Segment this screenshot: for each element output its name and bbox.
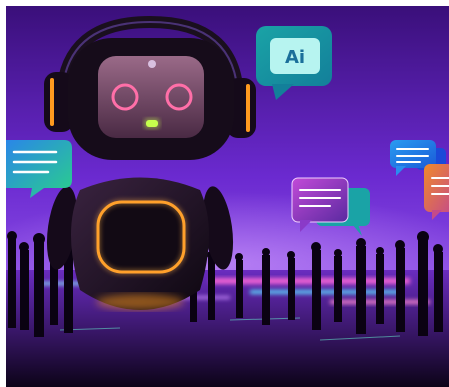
ai-bubble-label: Ai (285, 47, 305, 68)
ai-robot-scene: Ai (0, 0, 449, 387)
chest-panel (96, 200, 186, 274)
photo-frame: Ai (0, 0, 449, 387)
